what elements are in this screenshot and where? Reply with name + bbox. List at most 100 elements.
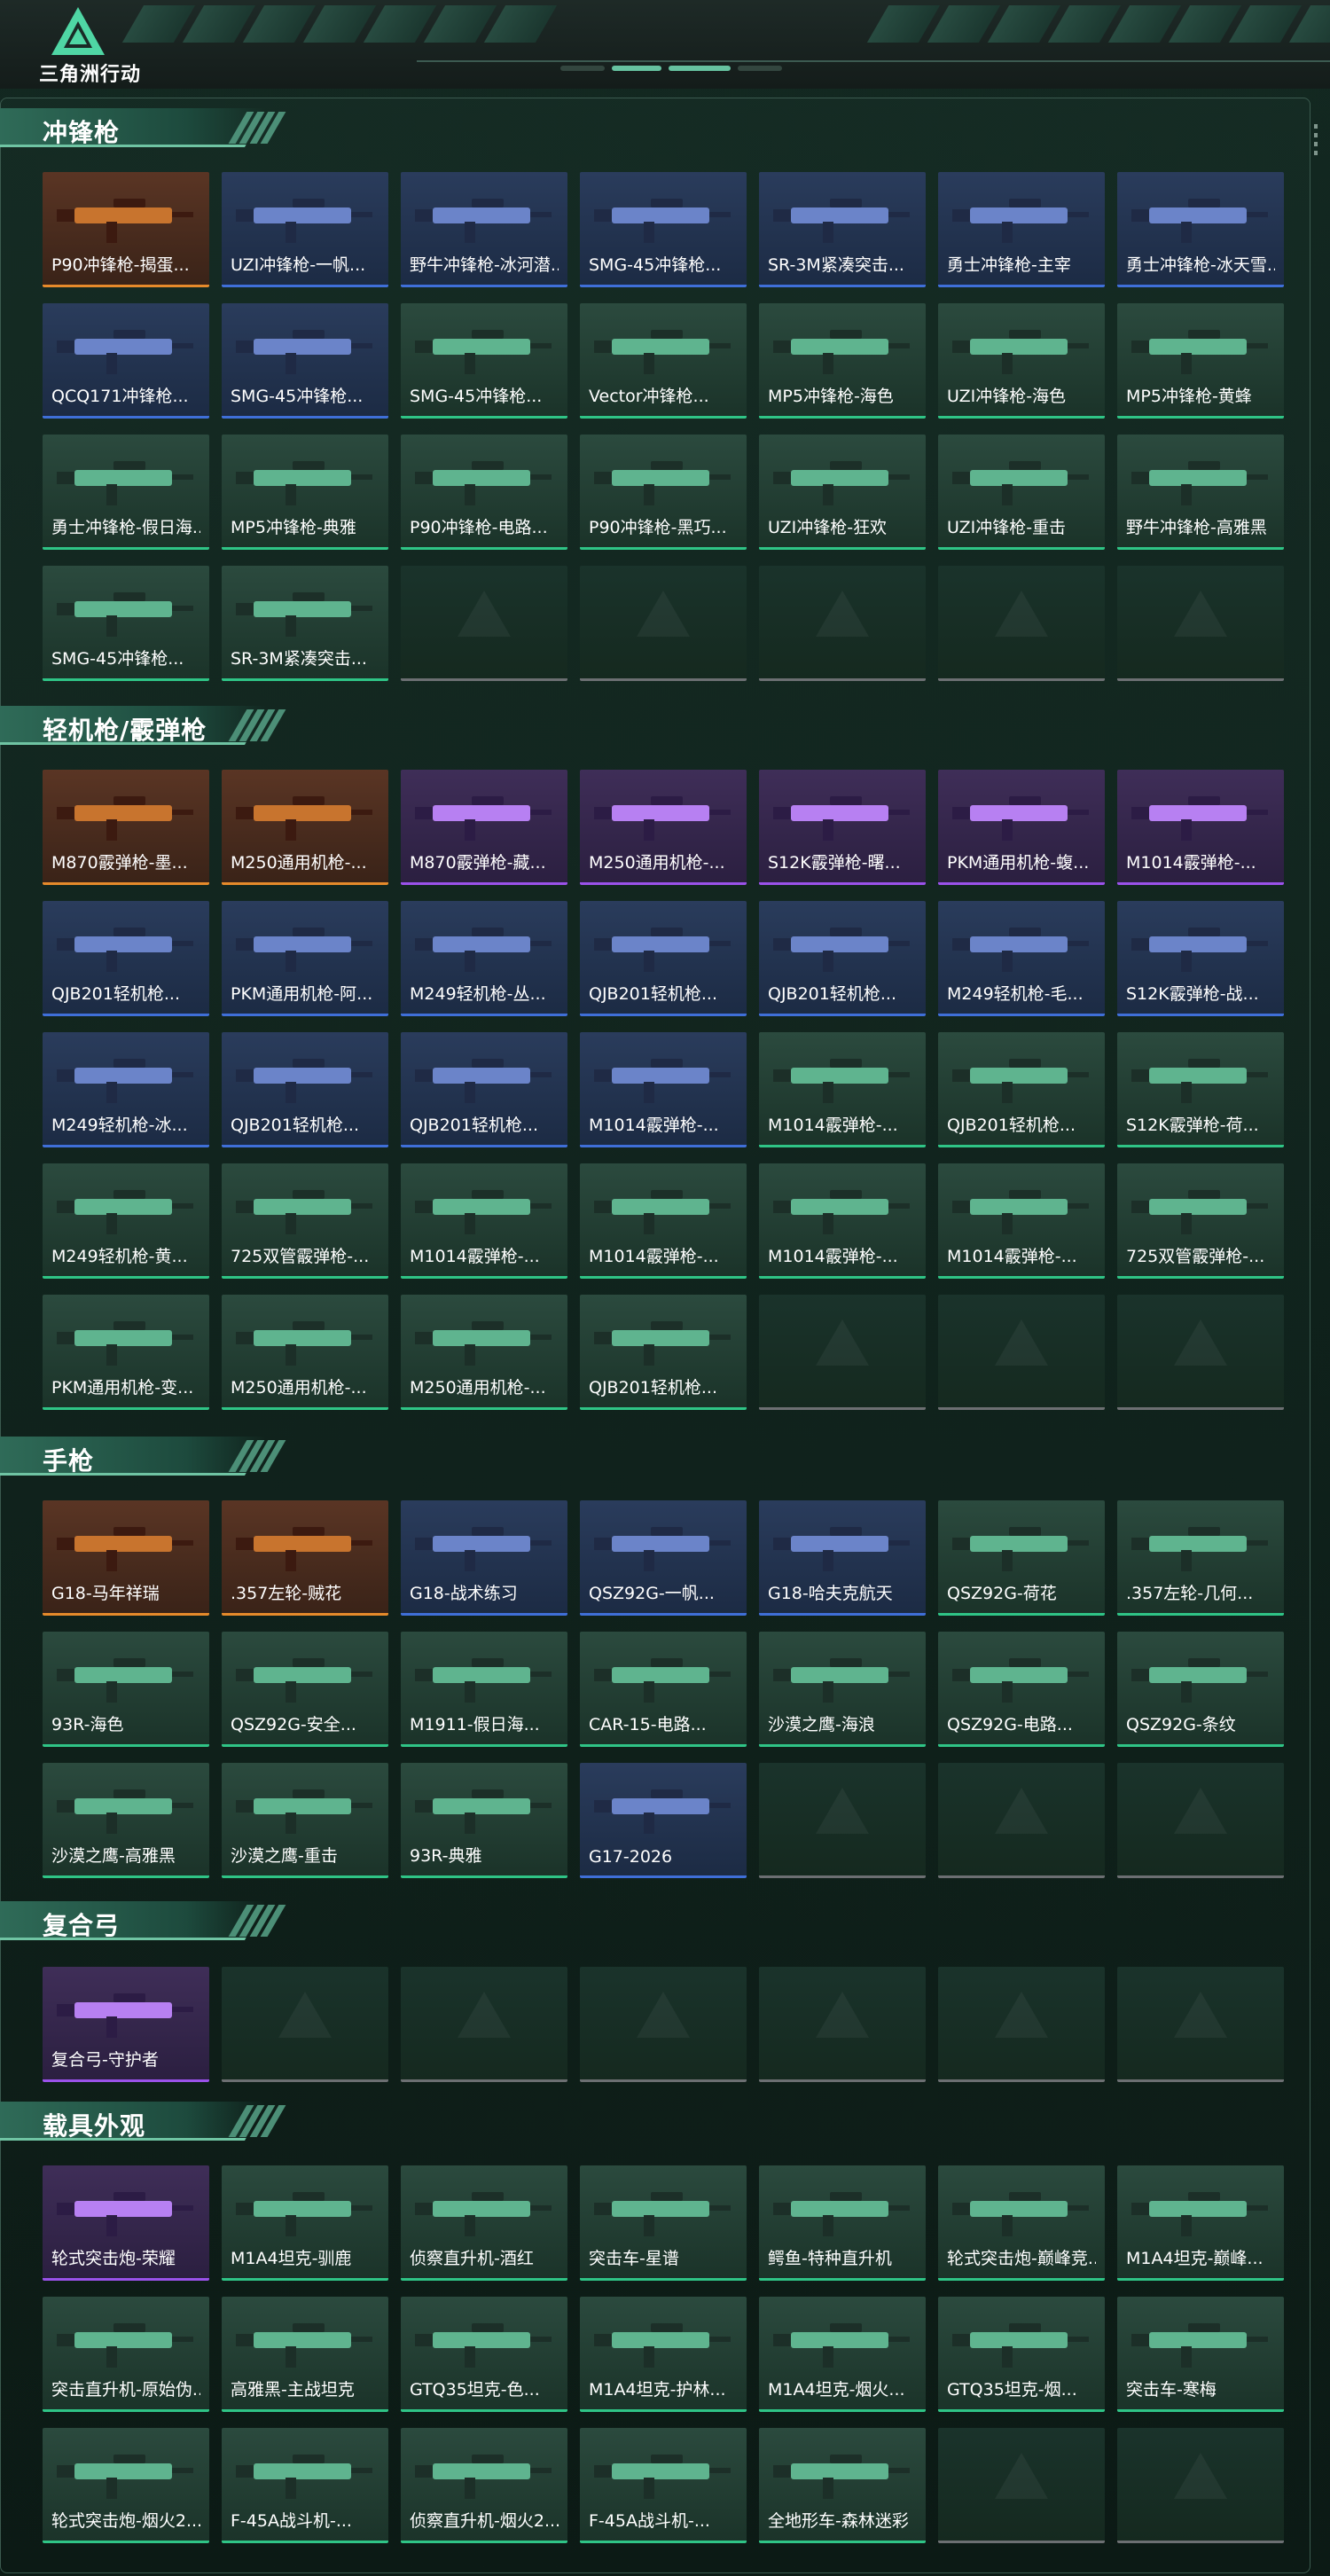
item-name: QJB201轻机枪... — [51, 984, 180, 1004]
item-card[interactable]: 高雅黑-主战坦克 — [222, 2297, 388, 2412]
item-card[interactable]: M1014霰弹枪-... — [401, 1163, 567, 1279]
item-card[interactable]: M249轻机枪-毛... — [938, 901, 1105, 1016]
item-card[interactable]: QSZ92G-荷花 — [938, 1500, 1105, 1616]
item-card[interactable]: 沙漠之鹰-海浪 — [759, 1632, 926, 1747]
item-card[interactable]: UZI冲锋枪-狂欢 — [759, 435, 926, 550]
item-card[interactable]: M249轻机枪-冰... — [43, 1032, 209, 1147]
item-card[interactable]: 鳄鱼-特种直升机 — [759, 2165, 926, 2281]
item-card[interactable]: QJB201轻机枪... — [43, 901, 209, 1016]
item-card[interactable]: M1014霰弹枪-... — [759, 1163, 926, 1279]
item-card[interactable]: 侦察直升机-烟火2... — [401, 2428, 567, 2543]
item-card[interactable]: SR-3M紧凑突击... — [222, 566, 388, 681]
item-card[interactable]: P90冲锋枪-揭蛋... — [43, 172, 209, 287]
item-card[interactable]: P90冲锋枪-电路... — [401, 435, 567, 550]
item-card[interactable]: 轮式突击炮-烟火2... — [43, 2428, 209, 2543]
item-card[interactable]: M250通用机枪-... — [580, 770, 747, 885]
item-card[interactable]: G18-战术练习 — [401, 1500, 567, 1616]
item-card[interactable]: S12K霰弹枪-战... — [1117, 901, 1284, 1016]
item-card[interactable]: M1A4坦克-护林... — [580, 2297, 747, 2412]
item-card[interactable]: SMG-45冲锋枪... — [43, 566, 209, 681]
header-decoration-right — [866, 5, 1330, 43]
item-card[interactable]: 沙漠之鹰-高雅黑 — [43, 1763, 209, 1878]
item-card[interactable]: P90冲锋枪-黑巧... — [580, 435, 747, 550]
item-card[interactable]: GTQ35坦克-色... — [401, 2297, 567, 2412]
item-card[interactable]: 轮式突击炮-巅峰竞... — [938, 2165, 1105, 2281]
header-decoration-left — [121, 5, 558, 43]
item-card[interactable]: 全地形车-森林迷彩 — [759, 2428, 926, 2543]
item-card[interactable]: 93R-海色 — [43, 1632, 209, 1747]
item-card[interactable]: S12K霰弹枪-荷... — [1117, 1032, 1284, 1147]
item-card[interactable]: S12K霰弹枪-曙... — [759, 770, 926, 885]
item-card[interactable]: QJB201轻机枪... — [580, 1295, 747, 1410]
item-card[interactable]: PKM通用机枪-变... — [43, 1295, 209, 1410]
item-card[interactable]: 突击直升机-原始伪... — [43, 2297, 209, 2412]
item-card[interactable]: .357左轮-几何... — [1117, 1500, 1284, 1616]
item-card[interactable]: 勇士冲锋枪-主宰 — [938, 172, 1105, 287]
item-card[interactable]: QJB201轻机枪... — [938, 1032, 1105, 1147]
item-card[interactable]: MP5冲锋枪-海色 — [759, 303, 926, 419]
item-card[interactable]: M870霰弹枪-墨... — [43, 770, 209, 885]
item-card[interactable]: F-45A战斗机-... — [580, 2428, 747, 2543]
item-card[interactable]: SMG-45冲锋枪... — [401, 303, 567, 419]
item-card[interactable]: M250通用机枪-... — [222, 770, 388, 885]
item-card[interactable]: QSZ92G-电路... — [938, 1632, 1105, 1747]
item-card[interactable]: GTQ35坦克-烟... — [938, 2297, 1105, 2412]
item-card[interactable]: 勇士冲锋枪-假日海... — [43, 435, 209, 550]
item-card[interactable]: MP5冲锋枪-典雅 — [222, 435, 388, 550]
item-card[interactable]: SR-3M紧凑突击... — [759, 172, 926, 287]
item-card[interactable]: M249轻机枪-丛... — [401, 901, 567, 1016]
item-card[interactable]: PKM通用机枪-阿... — [222, 901, 388, 1016]
item-name: 突击直升机-原始伪... — [51, 2380, 200, 2400]
item-card[interactable]: M1014霰弹枪-... — [938, 1163, 1105, 1279]
item-card[interactable]: 突击车-星谱 — [580, 2165, 747, 2281]
item-card[interactable]: SMG-45冲锋枪... — [580, 172, 747, 287]
item-card[interactable]: M1A4坦克-驯鹿 — [222, 2165, 388, 2281]
item-card[interactable]: G18-马年祥瑞 — [43, 1500, 209, 1616]
item-card[interactable]: PKM通用机枪-蝮... — [938, 770, 1105, 885]
item-card[interactable]: M870霰弹枪-藏... — [401, 770, 567, 885]
item-card[interactable]: M1A4坦克-巅峰... — [1117, 2165, 1284, 2281]
item-card[interactable]: 勇士冲锋枪-冰天雪... — [1117, 172, 1284, 287]
item-artwork-icon — [57, 1527, 193, 1571]
item-card[interactable]: M1911-假日海... — [401, 1632, 567, 1747]
item-card[interactable]: 沙漠之鹰-重击 — [222, 1763, 388, 1878]
item-artwork-icon — [415, 330, 552, 374]
item-card[interactable]: QSZ92G-条纹 — [1117, 1632, 1284, 1747]
item-card[interactable]: M1A4坦克-烟火... — [759, 2297, 926, 2412]
item-card[interactable]: M250通用机枪-... — [222, 1295, 388, 1410]
item-card[interactable]: M1014霰弹枪-... — [1117, 770, 1284, 885]
item-card[interactable]: 725双管霰弹枪-... — [222, 1163, 388, 1279]
item-card[interactable]: F-45A战斗机-... — [222, 2428, 388, 2543]
item-card[interactable]: 轮式突击炮-荣耀 — [43, 2165, 209, 2281]
item-card[interactable]: QCQ171冲锋枪... — [43, 303, 209, 419]
item-card[interactable]: MP5冲锋枪-黄蜂 — [1117, 303, 1284, 419]
item-card[interactable]: SMG-45冲锋枪... — [222, 303, 388, 419]
item-card[interactable]: QJB201轻机枪... — [759, 901, 926, 1016]
scrollbar[interactable] — [1314, 124, 1318, 160]
item-card[interactable]: G17-2026 — [580, 1763, 747, 1878]
item-card[interactable]: 野牛冲锋枪-高雅黑 — [1117, 435, 1284, 550]
item-card[interactable]: 复合弓-守护者 — [43, 1967, 209, 2082]
item-card[interactable]: QSZ92G-安全... — [222, 1632, 388, 1747]
item-card[interactable]: QJB201轻机枪... — [401, 1032, 567, 1147]
item-card[interactable]: QJB201轻机枪... — [222, 1032, 388, 1147]
item-card[interactable]: UZI冲锋枪-海色 — [938, 303, 1105, 419]
item-card[interactable]: 野牛冲锋枪-冰河潜... — [401, 172, 567, 287]
item-card[interactable]: M1014霰弹枪-... — [580, 1032, 747, 1147]
item-card[interactable]: 突击车-寒梅 — [1117, 2297, 1284, 2412]
item-card[interactable]: G18-哈夫克航天 — [759, 1500, 926, 1616]
item-card[interactable]: M1014霰弹枪-... — [580, 1163, 747, 1279]
item-card[interactable]: QSZ92G-一帆... — [580, 1500, 747, 1616]
item-card[interactable]: QJB201轻机枪... — [580, 901, 747, 1016]
item-card[interactable]: CAR-15-电路... — [580, 1632, 747, 1747]
item-card[interactable]: 725双管霰弹枪-... — [1117, 1163, 1284, 1279]
item-card[interactable]: Vector冲锋枪... — [580, 303, 747, 419]
item-card[interactable]: .357左轮-贼花 — [222, 1500, 388, 1616]
item-card[interactable]: M1014霰弹枪-... — [759, 1032, 926, 1147]
item-card[interactable]: 侦察直升机-酒红 — [401, 2165, 567, 2281]
item-card[interactable]: M250通用机枪-... — [401, 1295, 567, 1410]
item-card[interactable]: UZI冲锋枪-重击 — [938, 435, 1105, 550]
item-card[interactable]: 93R-典雅 — [401, 1763, 567, 1878]
item-card[interactable]: UZI冲锋枪-一帆... — [222, 172, 388, 287]
item-card[interactable]: M249轻机枪-黄... — [43, 1163, 209, 1279]
